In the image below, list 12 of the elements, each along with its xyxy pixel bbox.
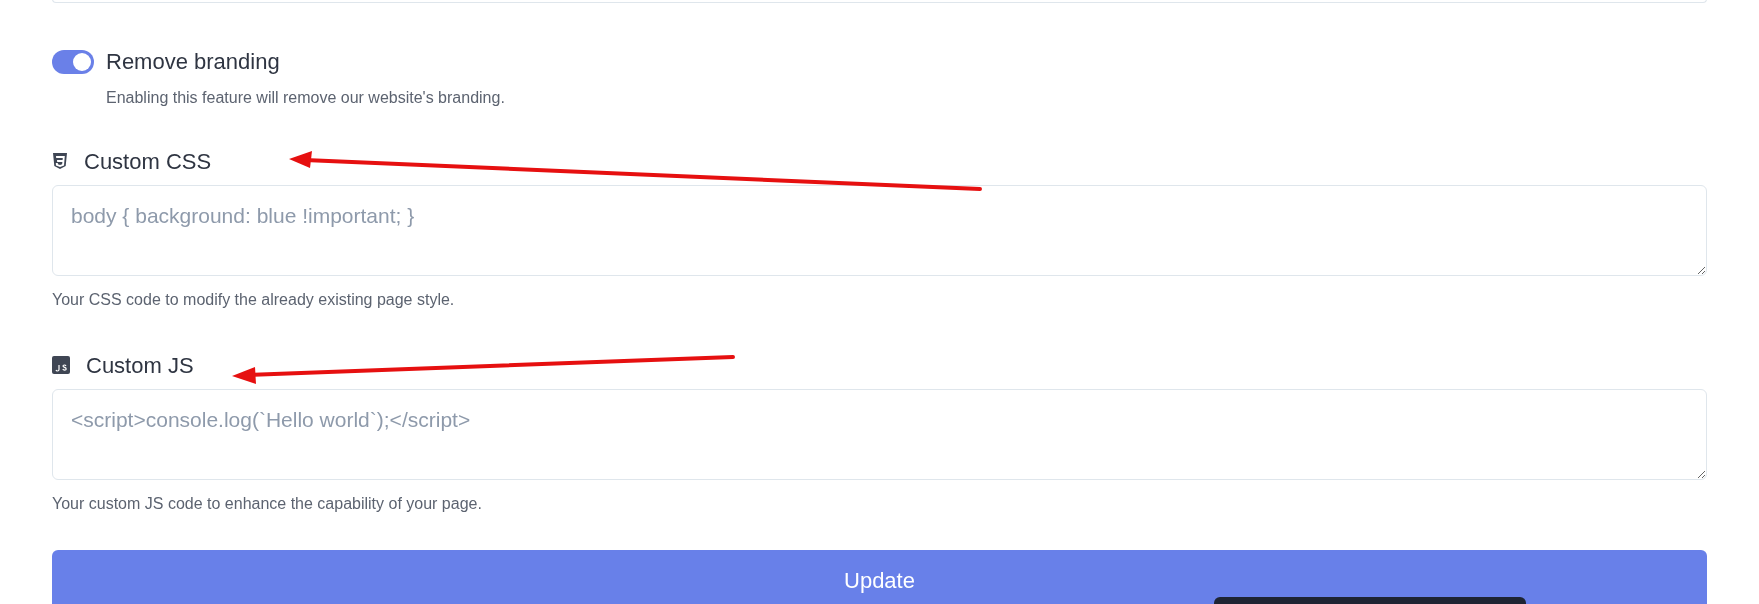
update-button[interactable]: Update: [52, 550, 1707, 604]
js-icon: [52, 356, 70, 374]
css-icon: [52, 152, 68, 170]
toggle-description: Enabling this feature will remove our website's branding.: [106, 88, 506, 108]
field-label: Custom JS: [86, 351, 194, 380]
field-help: Your CSS code to modify the already existing page style.: [52, 290, 456, 310]
code-input[interactable]: body { background: blue !important; }: [52, 185, 1707, 276]
toggle-label: Remove branding: [106, 48, 280, 76]
code-input[interactable]: <script>console.log(`Hello world`);</script>: [52, 389, 1707, 480]
field-label: Custom CSS: [84, 147, 212, 176]
toggle-switch[interactable]: [52, 49, 94, 74]
field-help: Your custom JS code to enhance the capability of your page.: [52, 494, 483, 514]
